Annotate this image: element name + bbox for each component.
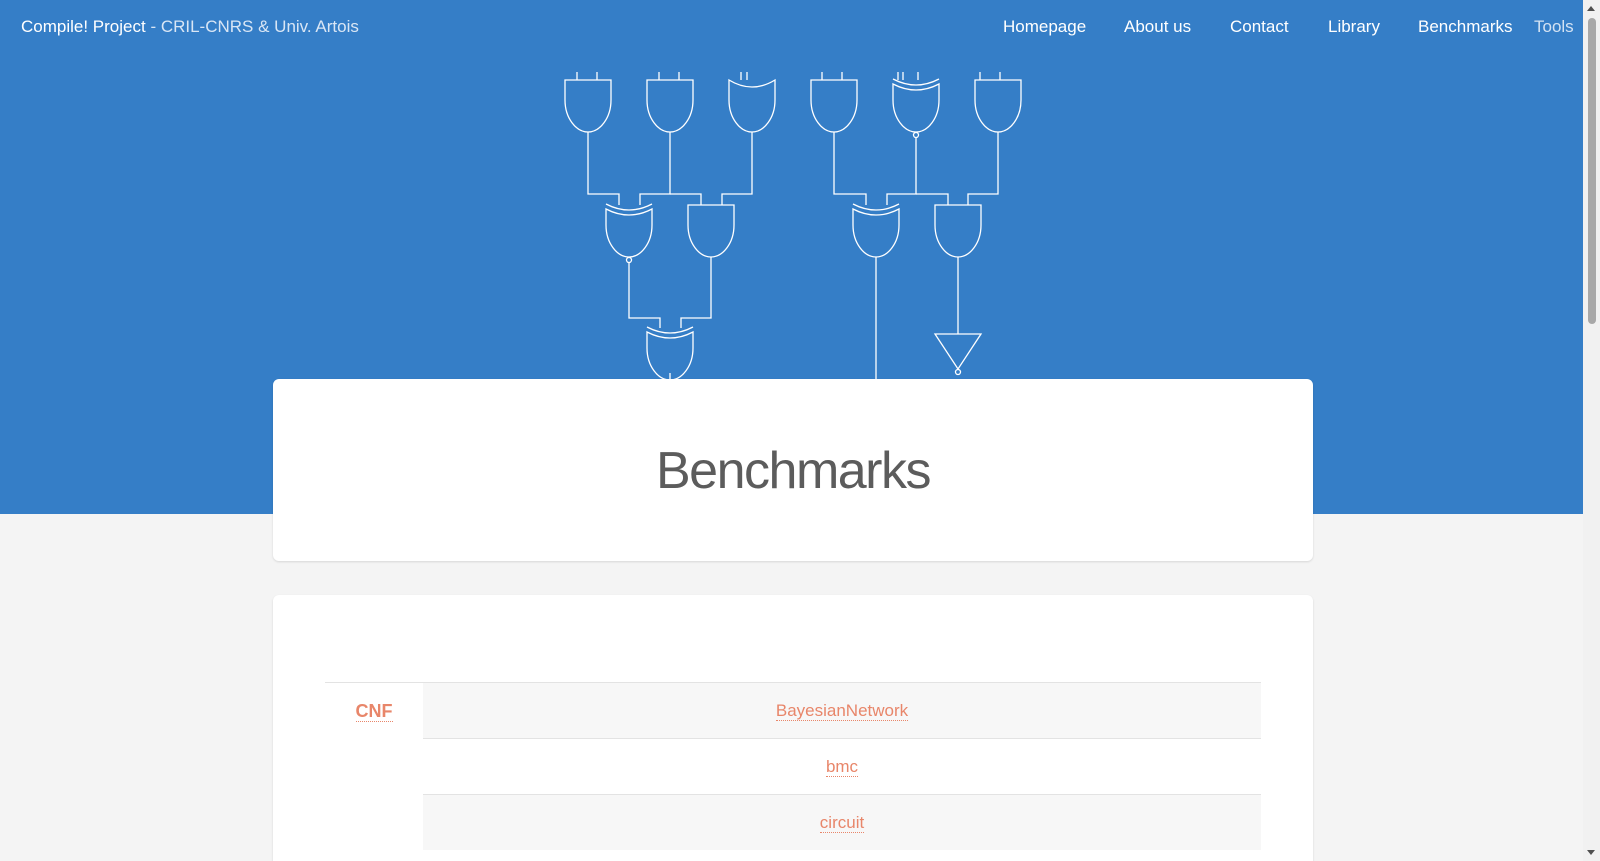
middle-wires bbox=[587, 132, 999, 205]
page: Compile! Project - CRIL-CNRS & Univ. Art… bbox=[0, 0, 1583, 861]
xor-gate bbox=[852, 203, 900, 258]
table-cell: BayesianNetwork bbox=[423, 682, 1261, 739]
and-gate bbox=[687, 204, 735, 258]
lower-wires bbox=[628, 257, 959, 380]
nav-about-us[interactable]: About us bbox=[1124, 17, 1191, 37]
top-navbar: Compile! Project - CRIL-CNRS & Univ. Art… bbox=[0, 0, 1583, 56]
table-cell: circuit bbox=[423, 794, 1261, 850]
xnor-gate bbox=[892, 78, 940, 133]
xnor-gate bbox=[605, 203, 653, 258]
scrollbar-thumb[interactable] bbox=[1588, 18, 1596, 324]
nav-library[interactable]: Library bbox=[1328, 17, 1380, 37]
nav-tools[interactable]: Tools bbox=[1534, 17, 1574, 37]
inverter-bubble bbox=[912, 131, 920, 139]
and-gate bbox=[974, 79, 1022, 133]
group-label-cnf[interactable]: CNF bbox=[355, 702, 393, 722]
page-title: Benchmarks bbox=[656, 442, 932, 500]
logic-circuit-illustration bbox=[564, 72, 1022, 380]
scroll-down-arrow-icon[interactable] bbox=[1587, 850, 1595, 855]
table-row: CNF BayesianNetwork bbox=[325, 682, 1261, 850]
benchmarks-card: CNF BayesianNetwork bmc circuit bbox=[273, 595, 1313, 861]
table-row: circuit bbox=[325, 794, 1261, 850]
brand-name: Compile! Project bbox=[21, 17, 146, 36]
brand-separator: - bbox=[145, 17, 161, 36]
brand-link[interactable]: Compile! Project - CRIL-CNRS & Univ. Art… bbox=[21, 17, 359, 37]
benchmark-link[interactable]: BayesianNetwork bbox=[775, 700, 909, 721]
and-gate bbox=[564, 79, 612, 133]
table-row: bmc bbox=[325, 738, 1261, 795]
title-card: Benchmarks bbox=[273, 379, 1313, 561]
benchmark-link[interactable]: bmc bbox=[825, 756, 859, 777]
nav-benchmarks[interactable]: Benchmarks bbox=[1418, 17, 1512, 37]
not-gate bbox=[933, 333, 983, 371]
or-gate bbox=[728, 79, 776, 133]
xor-gate bbox=[646, 326, 694, 380]
nav-homepage[interactable]: Homepage bbox=[1003, 17, 1086, 37]
inverter-bubble bbox=[954, 368, 962, 376]
input-wires bbox=[576, 72, 1001, 80]
brand-subtitle: CRIL-CNRS & Univ. Artois bbox=[160, 17, 359, 36]
and-gate bbox=[934, 204, 982, 258]
table-cell: bmc bbox=[423, 738, 1261, 795]
group-cell: CNF bbox=[325, 682, 423, 850]
benchmark-link[interactable]: circuit bbox=[819, 812, 865, 833]
and-gate bbox=[646, 79, 694, 133]
vertical-scrollbar[interactable] bbox=[1583, 0, 1600, 861]
and-gate bbox=[810, 79, 858, 133]
scroll-up-arrow-icon[interactable] bbox=[1587, 6, 1595, 11]
benchmarks-table: CNF BayesianNetwork bmc circuit bbox=[325, 682, 1261, 850]
nav-contact[interactable]: Contact bbox=[1230, 17, 1289, 37]
inverter-bubble bbox=[625, 256, 633, 264]
